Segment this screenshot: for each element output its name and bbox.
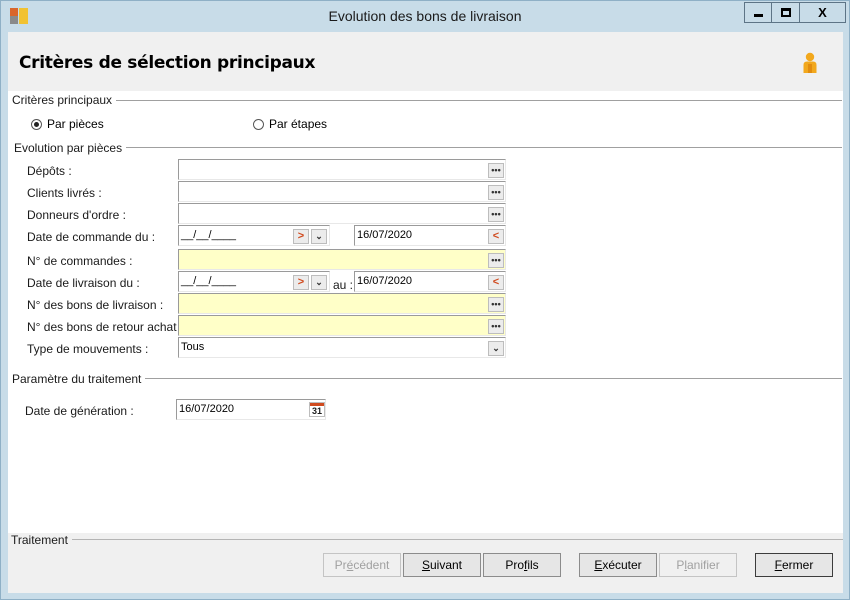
date-generation-calendar-button[interactable]: 31 — [309, 402, 325, 417]
radio-checked-icon — [31, 118, 42, 130]
date-livraison-label: Date de livraison du : — [27, 276, 140, 290]
maximize-icon — [780, 8, 791, 17]
chevron-down-icon: ⌄ — [315, 277, 323, 287]
radio-par-pieces-label: Par pièces — [47, 117, 104, 131]
section-divider — [142, 378, 842, 379]
arrow-right-icon: > — [297, 230, 305, 242]
chevron-down-icon: ⌄ — [492, 343, 500, 353]
calendar-icon: 31 — [311, 405, 322, 416]
section-treatment-title: Traitement — [11, 533, 72, 547]
application-window: Evolution des bons de livraison X Critèr… — [0, 0, 850, 600]
radio-par-etapes[interactable]: Par étapes — [253, 117, 327, 131]
close-icon: X — [818, 5, 827, 20]
title-bar[interactable]: Evolution des bons de livraison X — [1, 1, 849, 31]
date-commande-label: Date de commande du : — [27, 230, 156, 244]
ellipsis-icon: ••• — [491, 187, 501, 197]
num-bons-livraison-label: N° des bons de livraison : — [27, 298, 164, 312]
donneurs-field[interactable] — [178, 203, 506, 224]
dialog-content: Critères de sélection principaux Critère… — [8, 32, 843, 593]
date-commande-dropdown-button[interactable]: ⌄ — [311, 229, 327, 244]
num-bons-livraison-field[interactable] — [178, 293, 506, 314]
user-icon[interactable] — [802, 52, 818, 74]
type-mouvements-select[interactable]: Tous — [178, 337, 506, 358]
radio-unchecked-icon — [253, 118, 264, 130]
depots-label: Dépôts : — [27, 164, 72, 178]
section-divider — [122, 147, 842, 148]
type-mouvements-label: Type de mouvements : — [27, 342, 149, 356]
date-commande-arrow-right-button[interactable]: > — [293, 229, 309, 244]
num-commandes-label: N° de commandes : — [27, 254, 133, 268]
type-mouvements-dropdown-button[interactable]: ⌄ — [488, 341, 504, 356]
ellipsis-icon: ••• — [491, 321, 501, 331]
window-title: Evolution des bons de livraison — [328, 8, 522, 24]
date-livraison-dropdown-button[interactable]: ⌄ — [311, 275, 327, 290]
num-bons-livraison-ellipsis-button[interactable]: ••• — [488, 297, 504, 312]
minimize-button[interactable] — [744, 2, 772, 23]
date-livraison-to-field[interactable]: 16/07/2020 — [354, 271, 506, 292]
close-button[interactable]: X — [799, 2, 846, 23]
radio-par-etapes-label: Par étapes — [269, 117, 328, 131]
donneurs-ellipsis-button[interactable]: ••• — [488, 207, 504, 222]
suivant-button[interactable]: Suivant — [403, 553, 481, 577]
radio-par-pieces[interactable]: Par pièces — [31, 117, 104, 131]
date-generation-label: Date de génération : — [25, 404, 134, 418]
fermer-button[interactable]: Fermer — [755, 553, 833, 577]
num-bons-retour-field[interactable] — [178, 315, 506, 336]
section-pieces-title: Evolution par pièces — [14, 141, 127, 155]
planifier-button[interactable]: Pl anifier — [659, 553, 737, 577]
section-divider — [114, 100, 842, 101]
section-main-title: Critères principaux — [12, 93, 117, 107]
chevron-down-icon: ⌄ — [315, 231, 323, 241]
precedent-button[interactable]: Pr é cédent — [323, 553, 401, 577]
donneurs-label: Donneurs d'ordre : — [27, 208, 127, 222]
clients-ellipsis-button[interactable]: ••• — [488, 185, 504, 200]
date-livraison-arrow-left-button[interactable]: < — [488, 275, 504, 290]
ellipsis-icon: ••• — [491, 209, 501, 219]
clients-field[interactable] — [178, 181, 506, 202]
arrow-left-icon: < — [492, 276, 500, 288]
arrow-right-icon: > — [297, 276, 305, 288]
date-commande-arrow-left-button[interactable]: < — [488, 229, 504, 244]
page-title: Critères de sélection principaux — [19, 53, 316, 73]
num-bons-retour-label: N° des bons de retour achat : — [27, 320, 184, 334]
date-generation-field[interactable]: 16/07/2020 — [176, 399, 326, 420]
section-divider — [66, 539, 843, 540]
clients-label: Clients livrés : — [27, 186, 102, 200]
num-commandes-ellipsis-button[interactable]: ••• — [488, 253, 504, 268]
minimize-icon — [753, 14, 763, 17]
ellipsis-icon: ••• — [491, 165, 501, 175]
num-bons-retour-ellipsis-button[interactable]: ••• — [488, 319, 504, 334]
date-livraison-arrow-right-button[interactable]: > — [293, 275, 309, 290]
ellipsis-icon: ••• — [491, 299, 501, 309]
depots-field[interactable] — [178, 159, 506, 180]
section-params-title: Paramètre du traitement — [12, 372, 146, 386]
date-livraison-to-label: au : — [333, 278, 354, 292]
dialog-header: Critères de sélection principaux — [8, 32, 843, 91]
depots-ellipsis-button[interactable]: ••• — [488, 163, 504, 178]
profils-button[interactable]: Pro f ils — [483, 553, 561, 577]
executer-button[interactable]: Exécuter — [579, 553, 657, 577]
num-commandes-field[interactable] — [178, 249, 506, 270]
arrow-left-icon: < — [492, 230, 500, 242]
ellipsis-icon: ••• — [491, 255, 501, 265]
maximize-button[interactable] — [771, 2, 800, 23]
date-commande-to-field[interactable]: 16/07/2020 — [354, 225, 506, 246]
